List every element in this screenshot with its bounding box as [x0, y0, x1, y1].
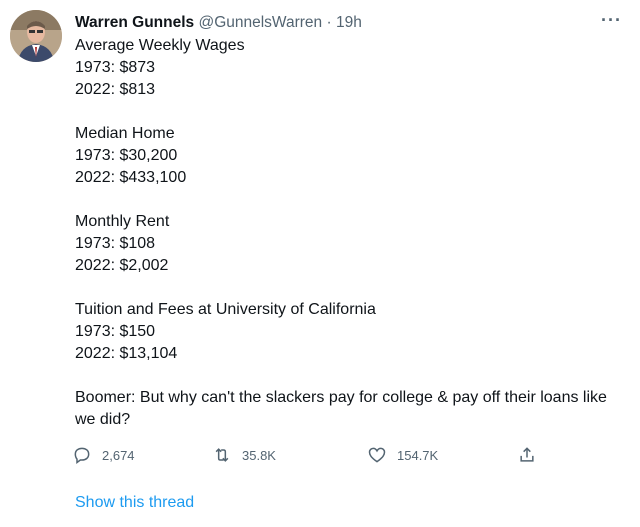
wages-1973: 1973: $873 [75, 59, 156, 76]
share-button[interactable] [517, 445, 547, 465]
share-icon [520, 447, 534, 462]
like-count: 154.7K [397, 447, 439, 463]
reply-icon [74, 447, 90, 464]
like-button[interactable]: 154.7K [367, 445, 438, 465]
wages-title: Average Weekly Wages [75, 37, 245, 54]
home-1973: 1973: $30,200 [75, 147, 178, 164]
tuition-title: Tuition and Fees at University of Califo… [75, 301, 376, 318]
rent-1973: 1973: $108 [75, 235, 156, 252]
timestamp[interactable]: 19h [336, 14, 362, 31]
heart-icon [368, 447, 386, 463]
reply-button[interactable]: 2,674 [72, 445, 135, 465]
tuition-1973: 1973: $150 [75, 323, 156, 340]
author-name[interactable]: Warren Gunnels [75, 14, 194, 31]
tweet-header: Warren Gunnels @GunnelsWarren · 19h [75, 12, 362, 34]
closing-text: Boomer: But why can't the slackers pay f… [75, 389, 607, 428]
show-thread-link[interactable]: Show this thread [75, 494, 194, 512]
rent-2022: 2022: $2,002 [75, 257, 169, 274]
home-2022: 2022: $433,100 [75, 169, 187, 186]
more-options-icon[interactable]: ··· [601, 10, 622, 31]
rent-title: Monthly Rent [75, 213, 170, 230]
tuition-2022: 2022: $13,104 [75, 345, 178, 362]
author-handle[interactable]: @GunnelsWarren [198, 14, 322, 31]
wages-2022: 2022: $813 [75, 81, 156, 98]
avatar[interactable] [10, 10, 62, 62]
reply-count: 2,674 [102, 447, 135, 463]
action-bar: 2,674 35.8K 154.7K [72, 445, 552, 469]
home-title: Median Home [75, 125, 175, 142]
separator-dot: · [326, 14, 332, 31]
retweet-count: 35.8K [242, 447, 276, 463]
retweet-icon [215, 448, 229, 462]
tweet: Warren Gunnels @GunnelsWarren · 19h ··· … [0, 0, 640, 527]
retweet-button[interactable]: 35.8K [212, 445, 276, 465]
tweet-text: Average Weekly Wages 1973: $873 2022: $8… [75, 35, 635, 431]
